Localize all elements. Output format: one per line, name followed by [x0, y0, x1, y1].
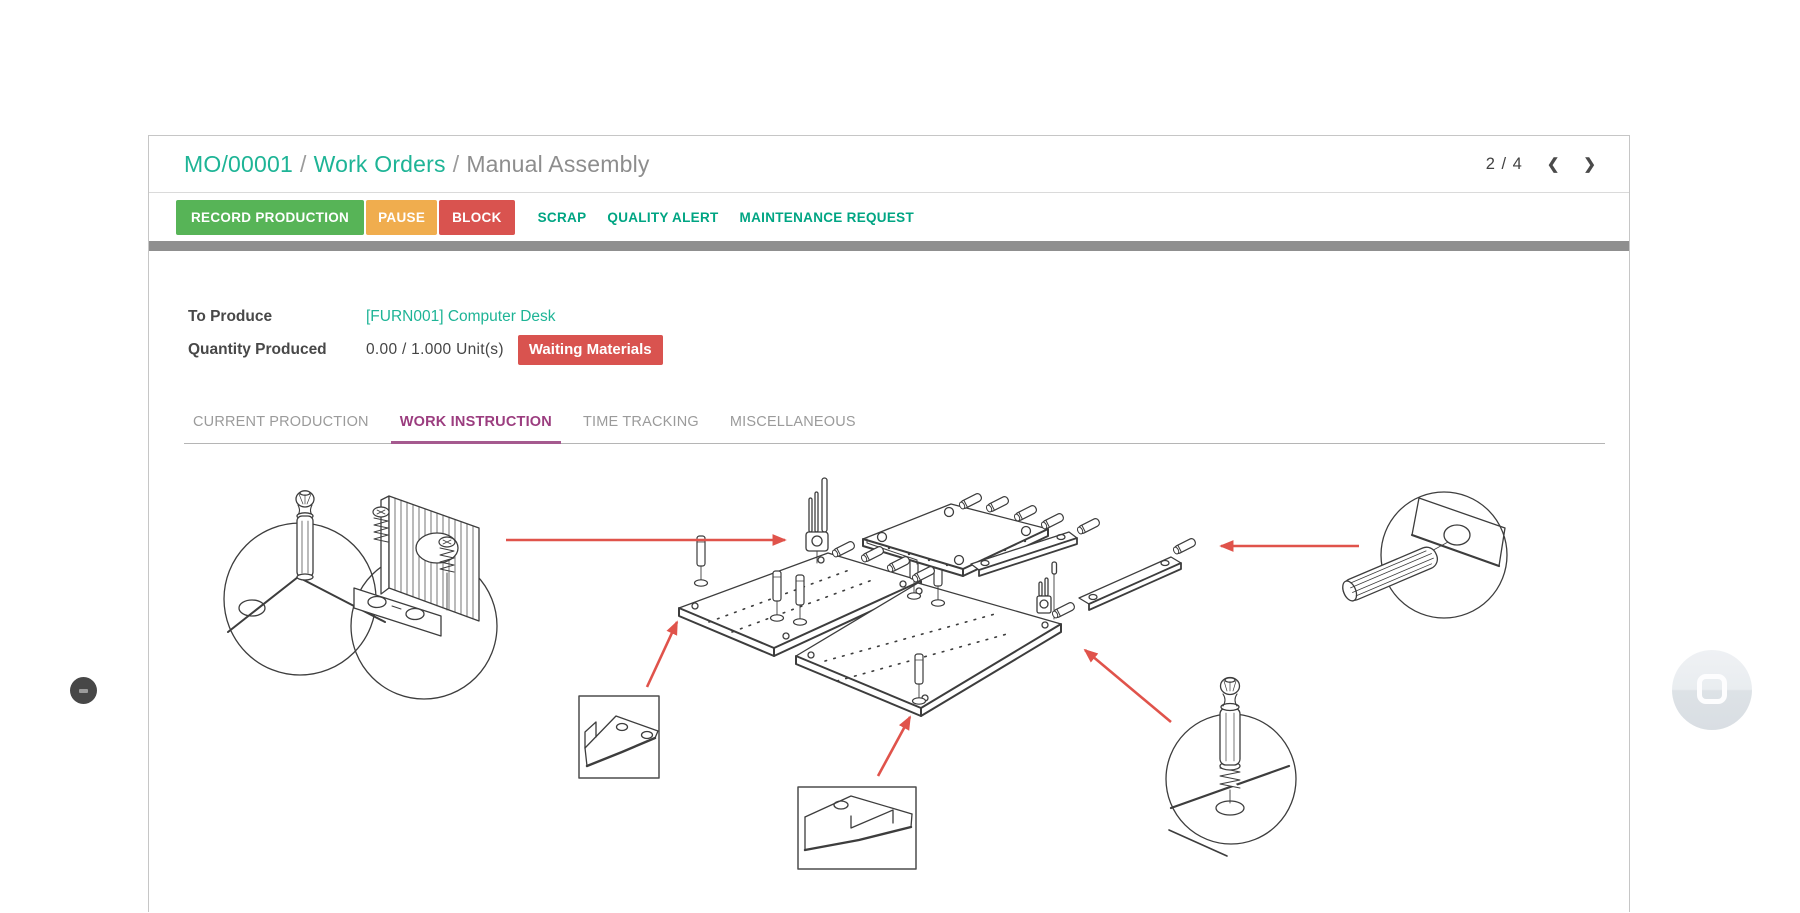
product-link[interactable]: [FURN001] Computer Desk [366, 308, 556, 326]
assembly-diagram [149, 436, 1631, 913]
breadcrumb: MO/00001/Work Orders/Manual Assembly [184, 151, 650, 178]
status-badge: Waiting Materials [518, 335, 663, 365]
ipad-home-button[interactable] [1672, 650, 1752, 730]
home-button-icon [1697, 674, 1727, 704]
chevron-left-icon[interactable]: ❮ [1547, 157, 1560, 172]
breadcrumb-separator: / [293, 151, 314, 177]
breadcrumb-link-work-orders[interactable]: Work Orders [314, 151, 446, 177]
fields-group: To Produce [FURN001] Computer Desk Quant… [188, 308, 1629, 365]
progress-bar [149, 241, 1629, 251]
field-label-quantity-produced: Quantity Produced [188, 341, 366, 359]
chevron-right-icon[interactable]: ❯ [1583, 157, 1596, 172]
action-bar: RECORD PRODUCTION PAUSE BLOCK SCRAP QUAL… [149, 193, 1629, 241]
field-row-quantity: Quantity Produced 0.00 / 1.000 Unit(s) W… [188, 335, 1629, 365]
pager-count: 2 / 4 [1486, 155, 1523, 174]
breadcrumb-separator: / [446, 151, 467, 177]
quantity-value: 0.00 / 1.000 Unit(s) [366, 341, 504, 359]
recording-dot[interactable] [70, 677, 97, 704]
pager: 2 / 4 ❮ ❯ [1486, 155, 1596, 174]
breadcrumb-link-mo[interactable]: MO/00001 [184, 151, 293, 177]
card-header: MO/00001/Work Orders/Manual Assembly 2 /… [149, 136, 1629, 193]
block-button[interactable]: BLOCK [439, 200, 515, 235]
field-label-to-produce: To Produce [188, 308, 366, 326]
work-order-card: MO/00001/Work Orders/Manual Assembly 2 /… [148, 135, 1630, 912]
breadcrumb-current: Manual Assembly [466, 151, 649, 177]
quality-alert-button[interactable]: QUALITY ALERT [607, 210, 718, 225]
pause-button[interactable]: PAUSE [366, 200, 437, 235]
minus-icon [79, 689, 88, 693]
maintenance-request-button[interactable]: MAINTENANCE REQUEST [740, 210, 914, 225]
scrap-button[interactable]: SCRAP [538, 210, 587, 225]
field-row-to-produce: To Produce [FURN001] Computer Desk [188, 308, 1629, 326]
record-production-button[interactable]: RECORD PRODUCTION [176, 200, 364, 235]
